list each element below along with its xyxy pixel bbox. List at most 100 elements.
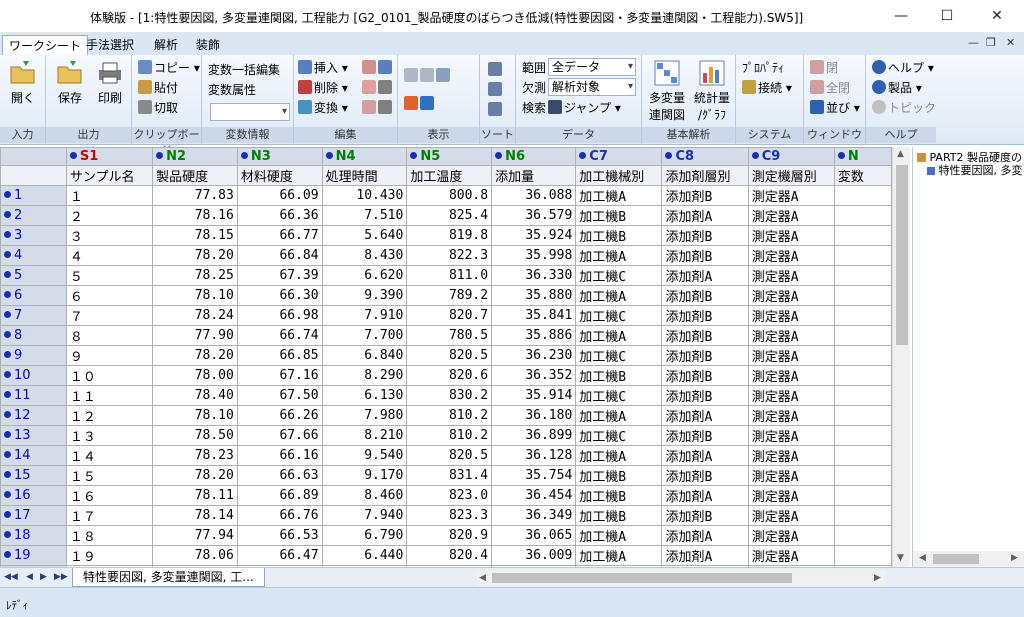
table-cell[interactable]: 加工機A (575, 525, 663, 546)
table-cell[interactable]: 加工機C (575, 265, 663, 286)
column-name-6[interactable]: 添加量 (491, 165, 577, 186)
table-cell[interactable]: 35.880 (491, 285, 577, 306)
edit-tool-1[interactable] (362, 59, 378, 77)
table-cell[interactable]: 66.16 (236, 445, 323, 466)
scroll-right-icon[interactable]: ▶ (874, 573, 881, 583)
table-cell-empty[interactable] (833, 385, 892, 406)
table-cell[interactable]: 819.8 (406, 225, 493, 246)
var-attributes-button[interactable]: 変数属性 (208, 81, 256, 99)
tree-scroll-thumb[interactable] (933, 554, 979, 564)
table-cell[interactable]: 加工機C (575, 305, 663, 326)
paste-button[interactable]: 貼付 (138, 79, 178, 97)
window-close-all-button[interactable]: 全閉 (810, 79, 850, 97)
table-cell[interactable]: １３ (65, 425, 154, 446)
maximize-button[interactable]: ☐ (924, 0, 970, 32)
row-header[interactable]: 11 (0, 385, 67, 406)
table-cell[interactable]: 9.540 (321, 445, 408, 466)
table-cell[interactable]: 820.4 (406, 545, 493, 566)
table-cell[interactable]: 添加剤B (661, 185, 749, 206)
table-cell[interactable]: 8.210 (321, 425, 408, 446)
table-cell[interactable]: １ (65, 185, 154, 206)
table-cell[interactable]: 添加剤A (661, 525, 749, 546)
vertical-scroll-thumb[interactable] (896, 165, 908, 345)
table-cell[interactable]: １９ (65, 545, 154, 566)
table-cell[interactable]: 36.899 (491, 425, 577, 446)
help-button[interactable]: ヘルプ ▾ (872, 59, 934, 77)
table-cell[interactable]: 780.5 (406, 325, 493, 346)
table-cell-empty[interactable] (833, 285, 892, 306)
row-header[interactable]: 8 (0, 325, 67, 346)
column-id-3[interactable]: N3 (236, 147, 323, 166)
table-cell[interactable]: 測定器A (747, 265, 835, 286)
horizontal-scroll-thumb[interactable] (492, 573, 792, 583)
row-header[interactable]: 16 (0, 485, 67, 506)
table-cell[interactable]: 添加剤B (661, 425, 749, 446)
table-cell[interactable]: 添加剤B (661, 505, 749, 526)
tab-worksheet[interactable]: ワークシート (2, 35, 89, 55)
table-cell[interactable]: 66.26 (236, 405, 323, 426)
table-cell[interactable]: 加工機A (575, 445, 663, 466)
last-sheet-icon[interactable]: ▶▶ (54, 572, 68, 582)
table-cell-empty[interactable] (833, 425, 892, 446)
table-cell[interactable]: 7.940 (321, 505, 408, 526)
row-header[interactable]: 5 (0, 265, 67, 286)
column-name-8[interactable]: 添加剤層別 (661, 165, 749, 186)
table-cell-empty[interactable] (833, 305, 892, 326)
table-cell[interactable]: 加工機B (575, 365, 663, 386)
table-cell[interactable]: 66.53 (236, 525, 323, 546)
table-cell[interactable]: 36.180 (491, 405, 577, 426)
column-id-4[interactable]: N4 (321, 147, 408, 166)
column-name-9[interactable]: 測定機層別 (747, 165, 835, 186)
table-cell[interactable]: 測定器A (747, 425, 835, 446)
column-name-7[interactable]: 加工機械別 (575, 165, 663, 186)
table-cell[interactable]: 78.00 (152, 365, 238, 386)
table-cell[interactable]: 789.2 (406, 285, 493, 306)
row-header[interactable]: 10 (0, 365, 67, 386)
table-cell-empty[interactable] (833, 265, 892, 286)
table-cell[interactable]: 78.14 (152, 505, 238, 526)
table-cell[interactable]: ７ (65, 305, 154, 326)
undo-button[interactable] (378, 79, 394, 97)
row-header[interactable]: 7 (0, 305, 67, 326)
table-cell[interactable]: 66.89 (236, 485, 323, 506)
table-cell[interactable]: 36.349 (491, 505, 577, 526)
table-cell-empty[interactable] (833, 245, 892, 266)
table-cell[interactable]: 添加剤B (661, 325, 749, 346)
table-cell[interactable]: 加工機A (575, 405, 663, 426)
table-cell[interactable]: 8.290 (321, 365, 408, 386)
table-cell[interactable]: 添加剤B (661, 365, 749, 386)
column-id-1[interactable]: S1 (65, 147, 154, 166)
row-header[interactable]: 14 (0, 445, 67, 466)
mdi-restore-button[interactable]: ❐ (986, 36, 996, 49)
table-cell[interactable]: 78.40 (152, 385, 238, 406)
table-cell[interactable]: ６ (65, 285, 154, 306)
table-cell[interactable]: １７ (65, 505, 154, 526)
sheet-tab-active[interactable]: 特性要因図, 多変量連関図, 工... (72, 568, 265, 587)
table-cell[interactable]: 67.39 (236, 265, 323, 286)
column-name-5[interactable]: 加工温度 (406, 165, 493, 186)
table-cell[interactable]: 添加剤B (661, 465, 749, 486)
table-cell[interactable]: 810.2 (406, 405, 493, 426)
table-cell[interactable]: １１ (65, 385, 154, 406)
table-cell[interactable]: 823.0 (406, 485, 493, 506)
scroll-down-icon[interactable]: ▼ (897, 553, 904, 563)
column-id-9[interactable]: C9 (747, 147, 835, 166)
table-cell[interactable]: 66.36 (236, 205, 323, 226)
table-cell[interactable]: 加工機B (575, 465, 663, 486)
convert-button[interactable]: 変換 ▾ (298, 99, 348, 117)
table-cell[interactable]: 36.065 (491, 525, 577, 546)
table-cell[interactable]: 9.170 (321, 465, 408, 486)
table-cell[interactable]: 測定器A (747, 205, 835, 226)
table-cell[interactable]: 35.914 (491, 385, 577, 406)
column-id-6[interactable]: N6 (491, 147, 577, 166)
table-cell[interactable]: １５ (65, 465, 154, 486)
table-cell[interactable]: 6.620 (321, 265, 408, 286)
sort-number-button[interactable] (488, 101, 504, 119)
row-header[interactable]: 12 (0, 405, 67, 426)
table-cell-empty[interactable] (833, 405, 892, 426)
table-cell[interactable]: 6.790 (321, 525, 408, 546)
row-header[interactable]: 6 (0, 285, 67, 306)
table-cell[interactable]: 添加剤A (661, 265, 749, 286)
column-id-7[interactable]: C7 (575, 147, 663, 166)
window-close-button[interactable]: 閉 (810, 59, 838, 77)
